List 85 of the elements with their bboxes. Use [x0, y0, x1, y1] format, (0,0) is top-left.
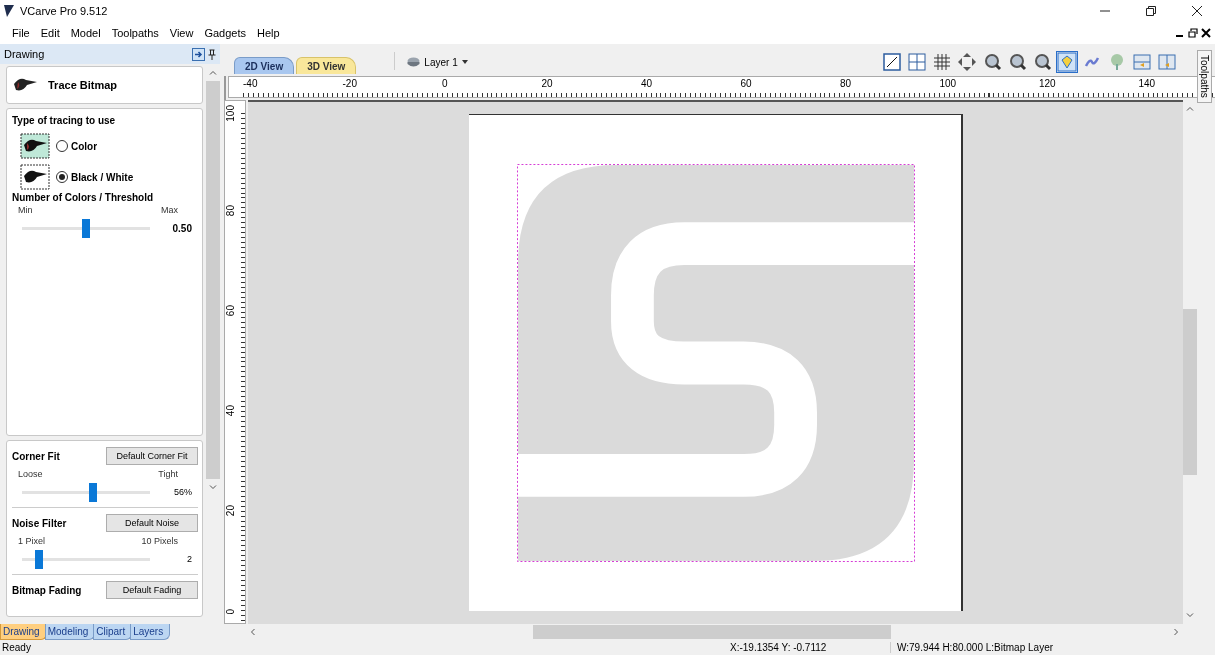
ruler-label: 20 — [541, 77, 554, 91]
section-heading: Noise Filter — [12, 517, 67, 529]
ruler-label: -40 — [243, 77, 259, 91]
slider-value: 2 — [186, 554, 192, 564]
restore-icon[interactable] — [1145, 5, 1157, 17]
ruler-label: 80 — [225, 205, 236, 217]
grid-icon[interactable] — [932, 52, 952, 72]
scrollbar-thumb[interactable] — [205, 81, 220, 479]
layer-stack-icon — [407, 56, 421, 68]
slider-thumb[interactable] — [82, 218, 90, 238]
ruler-label: 40 — [641, 77, 654, 91]
menu-item[interactable]: Model — [70, 27, 101, 39]
chevron-down-icon[interactable] — [208, 485, 217, 490]
split-h-icon[interactable] — [1132, 52, 1152, 72]
radio-label: Black / White — [71, 171, 134, 183]
default-button[interactable]: Default Corner Fit — [106, 447, 198, 465]
panel-tab[interactable]: Drawing — [0, 624, 47, 640]
min-label: Min — [18, 205, 33, 215]
chevron-left-icon[interactable] — [250, 628, 255, 636]
min-label: Loose — [18, 469, 43, 479]
cursor-position: X:-19.1354 Y: -0.7112 — [730, 642, 828, 653]
max-label: 10 Pixels — [141, 536, 178, 546]
panel-tab[interactable]: Layers — [130, 624, 171, 640]
default-button[interactable]: Default Fading — [106, 581, 198, 599]
section-heading: Corner Fit — [12, 450, 60, 462]
view-tab[interactable]: 2D View — [234, 57, 295, 74]
move-arrows-icon[interactable] — [957, 52, 977, 72]
ruler-label: 100 — [225, 105, 236, 122]
layer-dropdown[interactable]: Layer 1 — [403, 56, 472, 68]
ruler-label: 40 — [225, 405, 236, 417]
slider-thumb[interactable] — [89, 482, 98, 502]
ruler-label: 100 — [939, 77, 958, 91]
scrollbar-thumb[interactable] — [533, 625, 891, 639]
radio-button[interactable] — [56, 171, 68, 183]
side-tab[interactable]: Toolpaths — [1197, 50, 1212, 103]
chevron-down-icon[interactable] — [1186, 613, 1194, 618]
ruler-label: 120 — [1039, 77, 1057, 91]
slider-thumb[interactable] — [35, 549, 44, 569]
chevron-up-icon[interactable] — [1186, 106, 1194, 111]
bird-stamp-icon — [20, 133, 50, 159]
ruler-label: 60 — [225, 305, 236, 317]
radio-label: Color — [71, 140, 98, 152]
min-label: 1 Pixel — [18, 536, 45, 546]
ruler-label: 20 — [225, 505, 236, 517]
caret-icon — [461, 60, 468, 64]
split-v-icon[interactable] — [1157, 52, 1177, 72]
menu-item[interactable]: View — [169, 27, 194, 39]
ruler-label: -20 — [342, 77, 358, 91]
view-tab[interactable]: 3D View — [296, 57, 357, 74]
slider-value: 0.50 — [171, 222, 192, 234]
ruler-label: 60 — [740, 77, 753, 91]
radio-button[interactable] — [56, 140, 68, 152]
panel-tab[interactable]: Modeling — [44, 624, 96, 640]
dock-icon[interactable] — [192, 47, 205, 61]
form-title: Trace Bitmap — [48, 79, 118, 91]
section-heading: Type of tracing to use — [12, 115, 117, 126]
ruler-label: 0 — [225, 609, 236, 615]
menu-item[interactable]: Edit — [40, 27, 60, 39]
chevron-up-icon[interactable] — [208, 70, 217, 75]
ruler-label: 0 — [442, 77, 449, 91]
ruler-label: 80 — [840, 77, 853, 91]
section-heading: Number of Colors / Threshold — [12, 192, 155, 203]
bird-stamp-icon — [20, 164, 50, 190]
panel-tab[interactable]: Clipart — [93, 624, 133, 640]
close-icon[interactable] — [1201, 28, 1211, 38]
square-select-icon[interactable] — [882, 52, 902, 72]
slider-value: 56% — [173, 487, 192, 497]
restore-icon[interactable] — [1188, 28, 1198, 38]
window-title: VCarve Pro 9.512 — [20, 5, 108, 17]
max-label: Max — [161, 205, 178, 215]
section-heading: Bitmap Fading — [12, 584, 82, 596]
status-message: Ready — [2, 642, 31, 653]
panel-title: Drawing — [4, 48, 45, 60]
selection-info: W:79.944 H:80.000 L:Bitmap Layer — [890, 642, 1215, 653]
menu-item[interactable]: Help — [257, 27, 280, 39]
app-logo-icon — [4, 5, 14, 17]
menu-item[interactable]: Toolpaths — [111, 27, 159, 39]
default-button[interactable]: Default Noise — [106, 514, 198, 532]
pin-icon[interactable] — [208, 48, 216, 60]
close-icon[interactable] — [1191, 5, 1203, 17]
scrollbar-thumb[interactable] — [1183, 309, 1197, 475]
menu-item[interactable]: File — [12, 27, 30, 39]
max-label: Tight — [158, 469, 178, 479]
chevron-right-icon[interactable] — [1174, 628, 1179, 636]
menu-item[interactable]: Gadgets — [204, 27, 246, 39]
